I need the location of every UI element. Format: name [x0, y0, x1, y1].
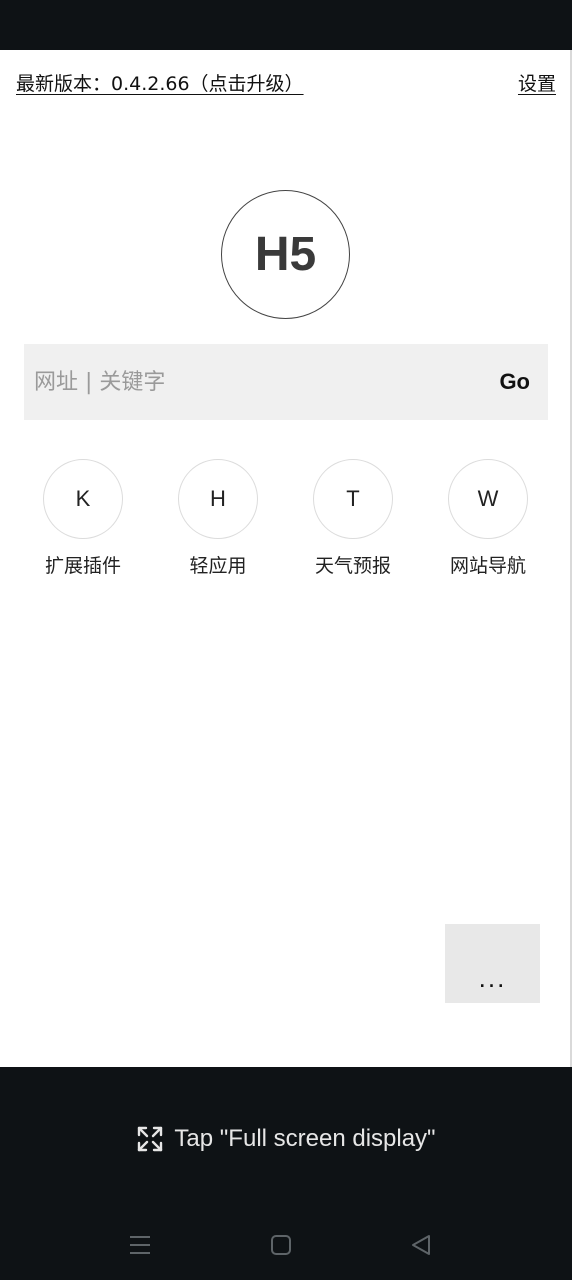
search-input[interactable] — [24, 344, 464, 420]
shortcut-weather[interactable]: T 天气预报 — [293, 459, 413, 578]
shortcut-light-apps[interactable]: H 轻应用 — [158, 459, 278, 578]
shortcut-label: 轻应用 — [189, 555, 247, 577]
browser-home: 最新版本：0.4.2.66（点击升级） 设置 H5 Go K 扩展插件 H 轻应… — [0, 50, 572, 1067]
shortcut-web-nav[interactable]: W 网站导航 — [428, 459, 548, 578]
settings-link[interactable]: 设置 — [518, 69, 556, 96]
more-menu-button[interactable]: ... — [445, 924, 540, 1003]
shortcut-extensions[interactable]: K 扩展插件 — [23, 459, 143, 578]
shortcut-label: 网站导航 — [449, 555, 526, 577]
more-label: ... — [478, 963, 507, 993]
status-bar — [0, 0, 572, 50]
shortcut-icon: T — [313, 459, 393, 539]
fullscreen-expand-icon — [138, 1126, 163, 1152]
home-icon[interactable] — [251, 1220, 311, 1270]
back-icon[interactable] — [391, 1220, 451, 1270]
shortcut-label: 天气预报 — [314, 555, 391, 577]
go-button[interactable]: Go — [499, 344, 530, 420]
shortcut-label: 扩展插件 — [44, 555, 121, 577]
fullscreen-hint[interactable]: Tap "Full screen display" — [0, 1124, 572, 1154]
shortcut-icon: K — [43, 459, 123, 539]
system-nav-bar — [0, 1220, 572, 1270]
search-bar: Go — [24, 344, 548, 420]
menu-icon[interactable] — [110, 1220, 170, 1270]
shortcut-icon: H — [178, 459, 258, 539]
version-upgrade-link[interactable]: 最新版本：0.4.2.66（点击升级） — [16, 69, 304, 96]
h5-logo: H5 — [221, 190, 350, 319]
shortcut-grid: K 扩展插件 H 轻应用 T 天气预报 W 网站导航 — [0, 459, 572, 599]
shortcut-icon: W — [448, 459, 528, 539]
fullscreen-hint-text: Tap "Full screen display" — [174, 1125, 436, 1152]
